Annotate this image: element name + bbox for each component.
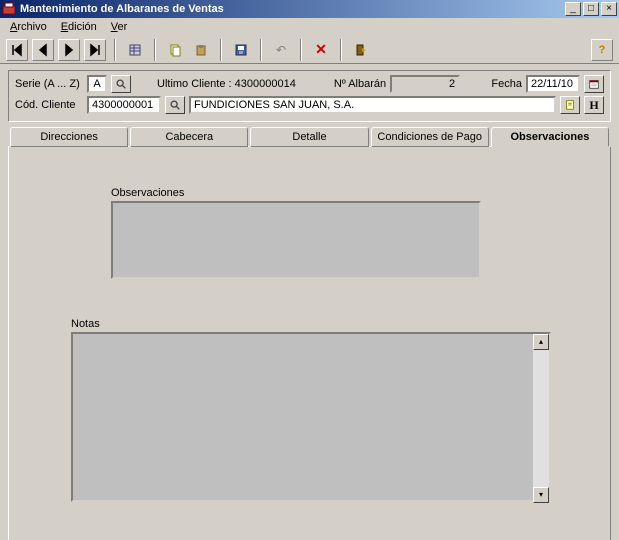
observaciones-textarea[interactable]: [111, 201, 481, 279]
nav-last-button[interactable]: [84, 39, 106, 61]
menu-edicion-label: dición: [68, 21, 97, 33]
minimize-button[interactable]: _: [565, 2, 581, 16]
nav-prev-button[interactable]: [32, 39, 54, 61]
tab-detalle[interactable]: Detalle: [250, 127, 368, 147]
cliente-note-button[interactable]: [560, 96, 580, 114]
tab-cabecera[interactable]: Cabecera: [130, 127, 248, 147]
tab-direcciones[interactable]: Direcciones: [10, 127, 128, 147]
maximize-button[interactable]: □: [583, 2, 599, 16]
nav-first-button[interactable]: [6, 39, 28, 61]
fecha-calendar-button[interactable]: [584, 75, 604, 93]
grid-button[interactable]: [124, 39, 146, 61]
tab-condiciones[interactable]: Condiciones de Pago: [371, 127, 489, 147]
toolbar: ↶ ✕ ?: [0, 36, 619, 64]
delete-button[interactable]: ✕: [310, 39, 332, 61]
tab-page-observaciones: Observaciones Notas ▴ ▾: [8, 146, 611, 540]
tab-observaciones[interactable]: Observaciones: [491, 127, 609, 147]
window-title: Mantenimiento de Albaranes de Ventas: [20, 3, 565, 15]
close-button[interactable]: ×: [601, 2, 617, 16]
observaciones-label: Observaciones: [111, 187, 481, 199]
header-panel: Serie (A ... Z) Ultimo Cliente : 4300000…: [8, 70, 611, 122]
exit-button[interactable]: [350, 39, 372, 61]
ultimo-cliente-label: Ultimo Cliente : 4300000014: [157, 78, 296, 90]
notas-textarea[interactable]: [71, 332, 551, 502]
menu-archivo[interactable]: Archivo: [4, 20, 53, 34]
serie-label: Serie (A ... Z): [15, 78, 83, 90]
fecha-label: Fecha: [491, 78, 522, 90]
paste-button[interactable]: [190, 39, 212, 61]
menu-edicion[interactable]: Edición: [55, 20, 103, 34]
scroll-track[interactable]: [533, 350, 549, 487]
notas-scrollbar[interactable]: ▴ ▾: [533, 334, 549, 503]
cod-cliente-input[interactable]: [87, 96, 161, 114]
cliente-h-button[interactable]: H: [584, 96, 604, 114]
scroll-up-icon[interactable]: ▴: [533, 334, 549, 350]
menu-archivo-label: rchivo: [17, 21, 46, 33]
cod-cliente-label: Cód. Cliente: [15, 99, 83, 111]
scroll-down-icon[interactable]: ▾: [533, 487, 549, 503]
menubar: Archivo Edición Ver: [0, 18, 619, 36]
app-icon: [2, 2, 16, 16]
serie-input[interactable]: [87, 75, 107, 93]
help-button[interactable]: ?: [591, 39, 613, 61]
save-button[interactable]: [230, 39, 252, 61]
titlebar: Mantenimiento de Albaranes de Ventas _ □…: [0, 0, 619, 18]
notas-label: Notas: [71, 318, 551, 330]
copy-button[interactable]: [164, 39, 186, 61]
tabstrip: Direcciones Cabecera Detalle Condiciones…: [8, 126, 611, 146]
serie-search-button[interactable]: [111, 75, 131, 93]
num-albaran-input[interactable]: [390, 75, 460, 93]
menu-ver[interactable]: Ver: [105, 20, 134, 34]
cliente-nombre-input[interactable]: [189, 96, 556, 114]
menu-ver-label: er: [118, 21, 128, 33]
undo-button[interactable]: ↶: [270, 39, 292, 61]
cliente-search-button[interactable]: [165, 96, 185, 114]
fecha-input[interactable]: [526, 75, 580, 93]
num-albaran-label: Nº Albarán: [334, 78, 386, 90]
nav-next-button[interactable]: [58, 39, 80, 61]
